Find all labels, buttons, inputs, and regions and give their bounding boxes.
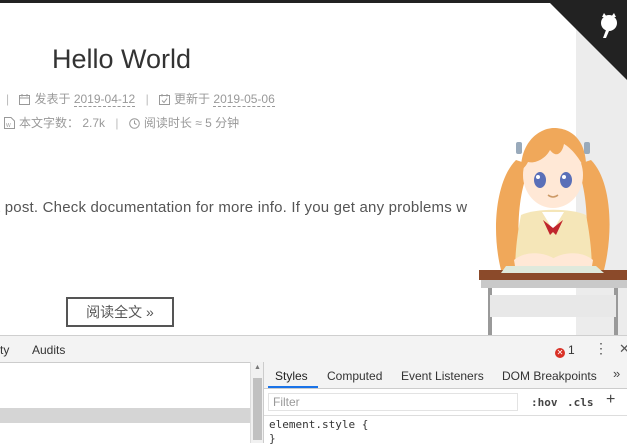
tab-computed[interactable]: Computed: [327, 369, 382, 383]
post-meta-stats: W 本文字数： 2.7k | 阅读时长 ≈ 5 分钟: [4, 114, 239, 132]
class-toggle[interactable]: .cls: [567, 396, 594, 409]
elements-scrollbar[interactable]: ▲: [250, 362, 264, 443]
calendar-check-icon: [159, 94, 171, 108]
element-style-close: }: [269, 432, 276, 445]
meta-separator: |: [115, 116, 119, 130]
file-word-icon: W: [4, 117, 15, 132]
readtime-value: 5 分钟: [205, 116, 240, 130]
styles-filter-input[interactable]: Filter: [268, 393, 518, 411]
styles-tab-bar: Styles Computed Event Listeners DOM Brea…: [264, 362, 627, 389]
devtools-tab-bar: ty Audits ✕ 1 ⋮ ✕: [0, 336, 627, 363]
kebab-menu-icon[interactable]: ⋮: [594, 340, 608, 357]
tab-audits[interactable]: Audits: [32, 343, 65, 357]
posted-label: 发表于: [34, 92, 71, 106]
calendar-icon: [19, 94, 31, 108]
readtime-label: 阅读时长 ≈: [143, 116, 202, 130]
hover-state-toggle[interactable]: :hov: [531, 396, 558, 409]
post-title[interactable]: Hello World: [52, 44, 191, 75]
close-icon[interactable]: ✕: [619, 341, 627, 357]
mascot-girl-illustration[interactable]: [476, 120, 627, 335]
page-top-border: [0, 0, 627, 3]
tab-styles[interactable]: Styles: [275, 369, 308, 383]
wordcount-value: 2.7k: [82, 116, 106, 130]
updated-label: 更新于: [174, 92, 211, 106]
tab-dom-breakpoints[interactable]: DOM Breakpoints: [502, 369, 597, 383]
posted-date[interactable]: 2019-04-12: [73, 92, 136, 107]
scroll-up-icon[interactable]: ▲: [254, 364, 261, 371]
post-excerpt: t post. Check documentation for more inf…: [0, 199, 468, 216]
error-count: 1: [568, 343, 575, 357]
tab-security[interactable]: ty: [0, 343, 9, 357]
element-style-rule[interactable]: element.style {: [269, 418, 368, 431]
new-style-rule-button[interactable]: +: [606, 391, 615, 409]
tab-event-listeners[interactable]: Event Listeners: [401, 369, 484, 383]
read-more-button[interactable]: 阅读全文 »: [66, 297, 174, 327]
github-corner-icon[interactable]: [547, 0, 627, 80]
updated-date[interactable]: 2019-05-06: [213, 92, 275, 107]
post-meta-dates: | 发表于 2019-04-12 | 更新于 2019-05-06: [6, 90, 275, 108]
more-tabs-icon[interactable]: »: [613, 366, 620, 381]
svg-text:W: W: [6, 123, 11, 129]
clock-icon: [129, 118, 140, 132]
active-tab-indicator: [268, 386, 318, 388]
wordcount-label: 本文字数：: [19, 116, 80, 130]
meta-separator: |: [6, 92, 10, 106]
error-circle-icon: ✕: [555, 348, 565, 358]
selected-dom-row[interactable]: [0, 408, 250, 423]
scrollbar-thumb[interactable]: [253, 378, 262, 440]
error-counter[interactable]: ✕ 1: [555, 343, 575, 358]
meta-separator: |: [145, 92, 149, 106]
